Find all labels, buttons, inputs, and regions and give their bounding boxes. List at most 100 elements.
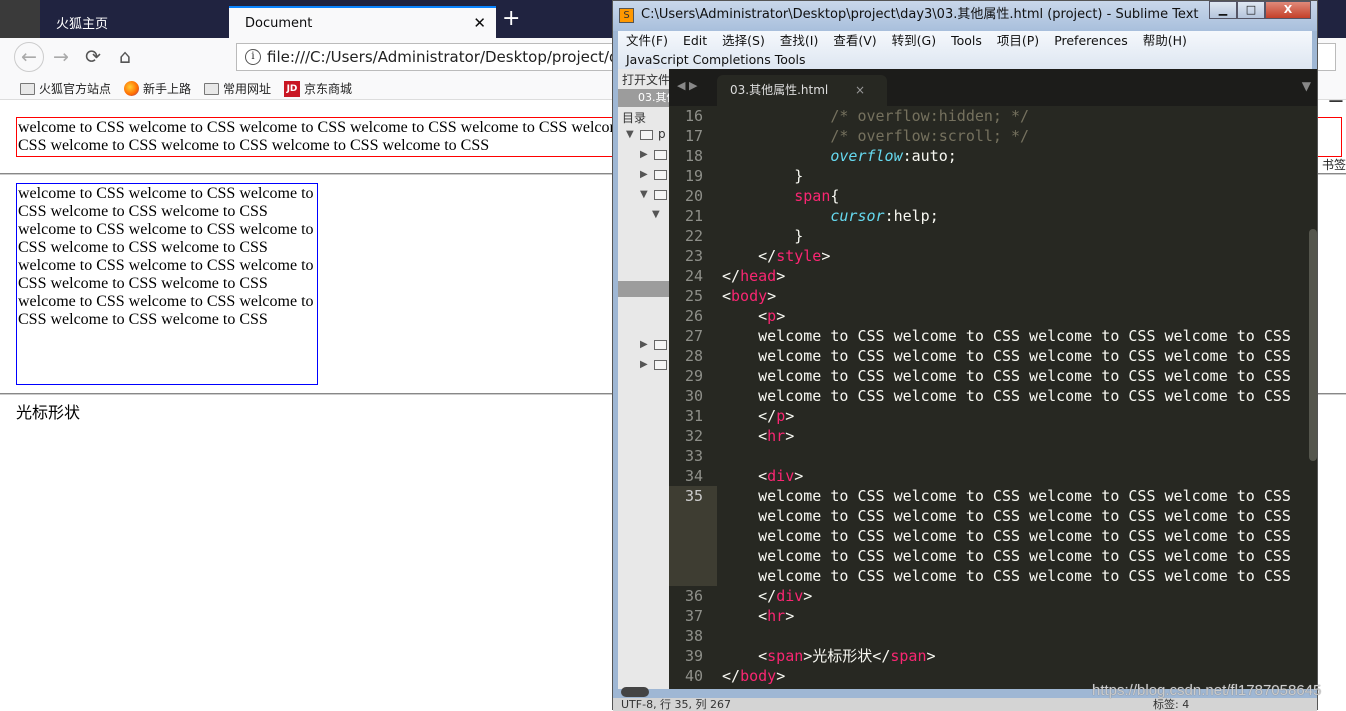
code-line[interactable]: 38 (669, 626, 1309, 646)
folder-icon (654, 150, 667, 160)
code-line[interactable]: 16 /* overflow:hidden; */ (669, 106, 1309, 126)
code-token: /* overflow:scroll; */ (830, 127, 1030, 145)
tab-document[interactable]: Document ✕ (229, 6, 496, 38)
selected-tree-item[interactable] (618, 281, 669, 297)
code-line[interactable]: 27 welcome to CSS welcome to CSS welcome… (669, 326, 1309, 346)
line-text: welcome to CSS welcome to CSS welcome to… (722, 346, 1291, 366)
code-line[interactable]: 17 /* overflow:scroll; */ (669, 126, 1309, 146)
project-folder-label[interactable]: p (658, 127, 666, 141)
line-number: 30 (684, 387, 703, 405)
code-line[interactable]: 18 overflow:auto; (669, 146, 1309, 166)
collapse-arrow-icon[interactable]: ▶ (640, 339, 648, 350)
line-text: welcome to CSS welcome to CSS welcome to… (722, 566, 1291, 586)
menu-item[interactable]: 文件(F) (626, 31, 668, 50)
code-line[interactable]: 22 } (669, 226, 1309, 246)
info-icon[interactable]: i (245, 49, 261, 65)
menu-item[interactable]: 项目(P) (997, 31, 1039, 50)
window-title: C:\Users\Administrator\Desktop\project\d… (641, 7, 1199, 22)
new-tab-button[interactable]: + (502, 6, 520, 31)
reload-button[interactable]: ⟳ (80, 44, 106, 70)
expand-arrow-icon[interactable]: ▼ (652, 209, 660, 220)
editor-tab-bar: ◀ ▶ 03.其他属性.html × ▼ (669, 69, 1317, 106)
code-line[interactable]: 29 welcome to CSS welcome to CSS welcome… (669, 366, 1309, 386)
code-line[interactable]: 28 welcome to CSS welcome to CSS welcome… (669, 346, 1309, 366)
close-icon[interactable]: ✕ (473, 14, 486, 32)
code-line[interactable]: 35 welcome to CSS welcome to CSS welcome… (669, 486, 1309, 506)
line-text: <hr> (722, 606, 794, 626)
collapse-arrow-icon[interactable]: ▶ (640, 169, 648, 180)
bookmark-item[interactable]: 火狐官方站点 (20, 80, 111, 97)
code-line[interactable]: 20 span{ (669, 186, 1309, 206)
back-button[interactable]: ← (14, 42, 44, 72)
code-token: overflow (830, 147, 903, 165)
tab-label: 火狐主页 (56, 16, 109, 32)
status-indent[interactable]: 标签: 4 (1153, 698, 1189, 711)
expand-arrow-icon[interactable]: ▼ (640, 189, 648, 200)
menu-item[interactable]: JavaScript Completions Tools (626, 50, 806, 69)
line-text: </html> (722, 686, 785, 689)
code-token: > (794, 467, 804, 485)
overflow-auto-div[interactable]: welcome to CSS welcome to CSS welcome to… (16, 183, 318, 385)
code-line[interactable]: 21 cursor:help; (669, 206, 1309, 226)
code-line[interactable]: welcome to CSS welcome to CSS welcome to… (669, 506, 1309, 526)
code-area[interactable]: 16 /* overflow:hidden; */17 /* overflow:… (669, 106, 1309, 689)
menu-item[interactable]: Tools (951, 31, 982, 50)
line-text: <hr> (722, 426, 794, 446)
code-line[interactable]: 30 welcome to CSS welcome to CSS welcome… (669, 386, 1309, 406)
code-token: welcome to CSS welcome to CSS welcome to… (722, 387, 1291, 405)
code-line[interactable]: 34 <div> (669, 466, 1309, 486)
maximize-button[interactable]: □ (1237, 1, 1265, 19)
code-line[interactable]: 39 <span>光标形状</span> (669, 646, 1309, 666)
expand-arrow-icon[interactable]: ▼ (626, 129, 634, 140)
menu-item[interactable]: Preferences (1054, 31, 1128, 50)
code-line[interactable]: 26 <p> (669, 306, 1309, 326)
code-line[interactable]: 36 </div> (669, 586, 1309, 606)
forward-button[interactable]: → (48, 44, 74, 70)
code-line[interactable]: welcome to CSS welcome to CSS welcome to… (669, 546, 1309, 566)
horizontal-scrollbar[interactable] (621, 687, 649, 697)
code-line[interactable]: 24 </head> (669, 266, 1309, 286)
collapse-arrow-icon[interactable]: ▶ (640, 149, 648, 160)
tab-dropdown-icon[interactable]: ▼ (1302, 79, 1311, 93)
bookmark-item[interactable]: 新手上路 (124, 80, 191, 97)
tab-nav-arrows-icon[interactable]: ◀ ▶ (677, 79, 697, 92)
code-line[interactable]: 19 } (669, 166, 1309, 186)
menu-item[interactable]: 转到(G) (892, 31, 936, 50)
open-file-item[interactable]: 03.其他属性.html (618, 89, 669, 107)
code-line[interactable]: 33 (669, 446, 1309, 466)
code-token: </ (722, 667, 741, 685)
folder-icon (654, 340, 667, 350)
line-number: 41 (669, 686, 717, 689)
code-token: hr (767, 607, 786, 625)
menu-item[interactable]: Edit (683, 31, 707, 50)
code-line[interactable]: welcome to CSS welcome to CSS welcome to… (669, 526, 1309, 546)
bookmark-item[interactable]: JD 京东商城 (284, 80, 352, 97)
sidebar: 打开文件 03.其他属性.html 目录 ▼ p ▶ ▶ ▼ ▼ ▶ ▶ (618, 69, 669, 689)
minimize-button[interactable]: ▁ (1209, 1, 1237, 19)
editor-tab[interactable]: 03.其他属性.html × (717, 75, 887, 106)
menu-item[interactable]: 查看(V) (833, 31, 876, 50)
bookmark-item[interactable]: 常用网址 (204, 80, 271, 97)
menu-item[interactable]: 查找(I) (780, 31, 818, 50)
line-number: 34 (684, 467, 703, 485)
menu-item[interactable]: 帮助(H) (1143, 31, 1187, 50)
vertical-scrollbar[interactable] (1309, 229, 1317, 461)
close-button[interactable]: X (1265, 1, 1311, 19)
code-line[interactable]: welcome to CSS welcome to CSS welcome to… (669, 566, 1309, 586)
home-button[interactable]: ⌂ (112, 44, 138, 70)
close-icon[interactable]: × (855, 75, 865, 106)
watermark: https://blog.csdn.net/fl1787058645 (1092, 682, 1322, 699)
code-token: div (767, 467, 795, 485)
code-editor[interactable]: ◀ ▶ 03.其他属性.html × ▼ 16 /* overflow:hidde… (669, 69, 1317, 689)
line-text: </style> (722, 246, 830, 266)
menu-item[interactable]: 选择(S) (722, 31, 765, 50)
code-token: < (722, 607, 768, 625)
open-files-label: 打开文件 (622, 73, 669, 87)
code-line[interactable]: 37 <hr> (669, 606, 1309, 626)
code-line[interactable]: 25 <body> (669, 286, 1309, 306)
collapse-arrow-icon[interactable]: ▶ (640, 359, 648, 370)
code-line[interactable]: 32 <hr> (669, 426, 1309, 446)
code-line[interactable]: 31 </p> (669, 406, 1309, 426)
code-line[interactable]: 23 </style> (669, 246, 1309, 266)
